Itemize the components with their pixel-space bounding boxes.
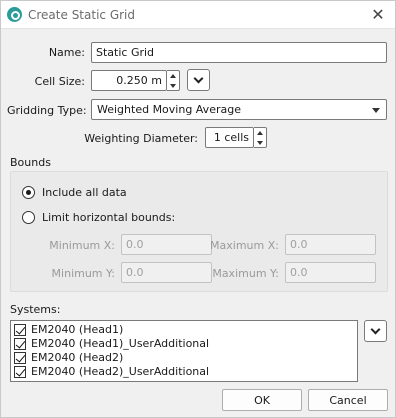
systems-section-label: Systems: <box>10 303 61 316</box>
min-x-field: 0.0 <box>121 234 212 255</box>
system-checkbox[interactable] <box>14 338 26 350</box>
include-all-radio[interactable] <box>22 186 35 199</box>
system-label: EM2040 (Head1)_UserAdditional <box>31 337 210 350</box>
cell-size-spinner[interactable] <box>167 70 180 91</box>
limit-bounds-label[interactable]: Limit horizontal bounds: <box>42 211 175 224</box>
system-checkbox[interactable] <box>14 366 26 378</box>
bounds-section-label: Bounds <box>10 156 51 169</box>
title-bar: Create Static Grid ✕ <box>1 1 395 29</box>
app-icon <box>7 7 22 22</box>
gridding-type-label: Gridding Type: <box>7 104 87 117</box>
name-label: Name: <box>48 46 85 59</box>
create-static-grid-dialog: Create Static Grid ✕ Name: Static Grid C… <box>0 0 396 418</box>
list-item[interactable]: EM2040 (Head2)_UserAdditional <box>11 365 351 379</box>
dropdown-arrow-icon <box>372 108 380 113</box>
weighting-diameter-label: Weighting Diameter: <box>84 132 198 145</box>
systems-list[interactable]: EM2040 (Head1) EM2040 (Head1)_UserAdditi… <box>10 320 358 382</box>
spin-down-icon[interactable] <box>254 138 266 147</box>
cancel-button[interactable]: Cancel <box>308 389 388 411</box>
systems-options-button[interactable] <box>364 320 387 342</box>
max-y-label: Maximum Y: <box>212 267 279 280</box>
gridding-type-value: Weighted Moving Average <box>97 103 241 116</box>
max-y-field: 0.0 <box>285 262 376 283</box>
window-title: Create Static Grid <box>28 8 135 22</box>
system-label: EM2040 (Head1) <box>31 323 124 336</box>
cell-size-field[interactable]: 0.250 m <box>91 70 167 91</box>
spin-down-icon[interactable] <box>167 81 179 90</box>
include-all-label[interactable]: Include all data <box>42 186 127 199</box>
list-item[interactable]: EM2040 (Head2) <box>11 351 351 365</box>
weighting-diameter-field[interactable]: 1 cells <box>205 127 254 148</box>
min-y-field: 0.0 <box>121 262 212 283</box>
system-checkbox[interactable] <box>14 352 26 364</box>
name-field[interactable]: Static Grid <box>91 42 387 63</box>
gridding-type-select[interactable]: Weighted Moving Average <box>91 99 387 120</box>
ok-button[interactable]: OK <box>222 389 302 411</box>
close-button[interactable]: ✕ <box>363 1 393 28</box>
cell-size-label: Cell Size: <box>34 75 85 88</box>
min-y-label: Minimum Y: <box>51 267 115 280</box>
list-item[interactable]: EM2040 (Head1)_UserAdditional <box>11 337 351 351</box>
spin-up-icon[interactable] <box>167 71 179 80</box>
max-x-label: Maximum X: <box>210 239 279 252</box>
system-label: EM2040 (Head2) <box>31 351 124 364</box>
spin-up-icon[interactable] <box>254 128 266 137</box>
cell-size-options-button[interactable] <box>187 69 210 91</box>
chevron-down-icon <box>193 73 204 83</box>
limit-bounds-radio[interactable] <box>22 211 35 224</box>
weighting-diameter-spinner[interactable] <box>254 127 267 148</box>
system-label: EM2040 (Head2)_UserAdditional <box>31 365 210 378</box>
list-item[interactable]: EM2040 (Head1) <box>11 323 351 337</box>
system-checkbox[interactable] <box>14 324 26 336</box>
max-x-field: 0.0 <box>285 234 376 255</box>
chevron-down-icon <box>370 324 381 334</box>
min-x-label: Minimum X: <box>49 239 115 252</box>
